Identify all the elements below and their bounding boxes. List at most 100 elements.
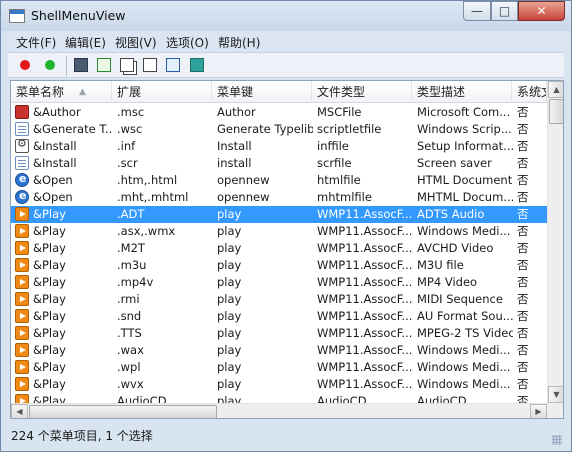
column-header-file-type[interactable]: 文件类型 xyxy=(312,81,412,103)
type-description-cell: AVCHD Video xyxy=(417,241,494,255)
type-description-cell: ADTS Audio xyxy=(417,207,485,221)
system-cell: 否 xyxy=(517,224,529,238)
menu-view[interactable]: 视图(V) xyxy=(115,34,157,51)
type-description-cell: MPEG-2 TS Video xyxy=(417,326,513,340)
type-description-cell: Windows Medi... xyxy=(417,343,511,357)
status-bar: 224 个菜单项目, 1 个选择 xyxy=(8,421,564,447)
status-text: 224 个菜单项目, 1 个选择 xyxy=(11,429,153,443)
green-circle-icon xyxy=(45,60,55,70)
table-row[interactable]: &Play .wpl play WMP11.AssocF... Windows Medi… xyxy=(11,359,547,376)
table-row[interactable]: &Generate T... .wsc Generate Typelib script… xyxy=(11,121,547,138)
type-description-cell: Windows Medi... xyxy=(417,224,511,238)
system-cell: 否 xyxy=(517,173,529,187)
menu-name-cell: &Author xyxy=(33,105,81,119)
menu-name-cell: &Install xyxy=(33,139,77,153)
vertical-scroll-thumb[interactable] xyxy=(549,99,563,124)
table-row[interactable]: &Play .wax play WMP11.AssocF... Windows Medi… xyxy=(11,342,547,359)
scroll-up-icon[interactable]: ▲ xyxy=(548,81,563,98)
exit-icon xyxy=(190,58,204,72)
resize-grip-icon[interactable] xyxy=(552,435,562,445)
media-play-icon xyxy=(15,360,29,374)
file-type-cell: WMP11.AssocF... xyxy=(317,224,413,238)
vertical-scrollbar[interactable]: ▲ ▼ xyxy=(547,81,563,403)
table-row[interactable]: &Play .ADT play WMP11.AssocF... ADTS Audio 否 xyxy=(11,206,547,223)
table-row[interactable]: &Play .mp4v play WMP11.AssocF... MP4 Video 否 xyxy=(11,274,547,291)
menu-help[interactable]: 帮助(H) xyxy=(218,34,260,51)
properties-button[interactable] xyxy=(141,56,159,74)
minimize-button[interactable]: — xyxy=(463,1,491,21)
menu-file[interactable]: 文件(F) xyxy=(16,34,56,51)
save-button[interactable] xyxy=(72,56,90,74)
system-cell: 否 xyxy=(517,275,529,289)
red-circle-icon xyxy=(20,60,30,70)
media-play-icon xyxy=(15,292,29,306)
scroll-left-icon[interactable]: ◀ xyxy=(11,404,28,418)
extension-cell: .wvx xyxy=(117,377,144,391)
system-cell: 否 xyxy=(517,105,529,119)
refresh-button[interactable] xyxy=(95,56,113,74)
table-row[interactable]: &Open .htm,.html opennew htmlfile HTML Docum… xyxy=(11,172,547,189)
menu-edit[interactable]: 编辑(E) xyxy=(65,34,106,51)
title-bar[interactable]: ShellMenuView — □ ✕ xyxy=(1,1,571,31)
table-row[interactable]: &Install .inf Install inffile Setup Informat… xyxy=(11,137,547,155)
table-row[interactable]: &Play .wvx play WMP11.AssocF... Windows Medi… xyxy=(11,376,547,393)
extension-cell: .asx,.wmx xyxy=(117,224,176,238)
table-row[interactable]: &Play .m3u play WMP11.AssocF... M3U file 否 xyxy=(11,257,547,274)
system-cell: 否 xyxy=(517,343,529,357)
extension-cell: .scr xyxy=(117,156,138,170)
media-play-icon xyxy=(15,326,29,340)
table-row[interactable]: &Install .scr install scrfile Screen saver 否 xyxy=(11,155,547,172)
column-header-system[interactable]: 系统文 xyxy=(512,81,547,103)
find-icon xyxy=(166,58,180,72)
table-row[interactable]: &Play .rmi play WMP11.AssocF... MIDI Sequenc… xyxy=(11,291,547,308)
extension-cell: .wsc xyxy=(117,122,143,136)
file-type-cell: htmlfile xyxy=(317,173,361,187)
properties-icon xyxy=(143,58,157,72)
table-row[interactable]: &Open .mht,.mhtml opennew mhtmlfile MHTML Do… xyxy=(11,189,547,206)
system-cell: 否 xyxy=(517,139,529,153)
close-button[interactable]: ✕ xyxy=(518,1,565,21)
find-button[interactable] xyxy=(164,56,182,74)
extension-cell: .mp4v xyxy=(117,275,154,289)
horizontal-scroll-thumb[interactable] xyxy=(29,405,217,418)
system-cell: 否 xyxy=(517,309,529,323)
table-row[interactable]: &Author .msc Author MSCFile Microsoft Com...… xyxy=(11,104,547,121)
table-row[interactable]: &Play .M2T play WMP11.AssocF... AVCHD Video 否 xyxy=(11,240,547,257)
exit-button[interactable] xyxy=(188,56,206,74)
column-header-menu-key[interactable]: 菜单键 xyxy=(212,81,312,103)
window-title: ShellMenuView xyxy=(31,8,126,23)
copy-button[interactable] xyxy=(118,56,136,74)
column-header-menu-name[interactable]: 菜单名称 ▲ xyxy=(11,81,112,103)
column-header-type-description[interactable]: 类型描述 xyxy=(412,81,512,103)
menu-options[interactable]: 选项(O) xyxy=(166,34,209,51)
refresh-icon xyxy=(97,58,111,72)
internet-explorer-icon xyxy=(15,189,29,204)
extension-cell: .m3u xyxy=(117,258,147,272)
extension-cell: .snd xyxy=(117,309,142,323)
maximize-button[interactable]: □ xyxy=(491,1,518,21)
menu-key-cell: play xyxy=(217,326,242,340)
menu-name-cell: &Play xyxy=(33,292,66,306)
type-description-cell: Microsoft Com... xyxy=(417,105,511,119)
save-icon xyxy=(74,58,88,72)
horizontal-scrollbar[interactable]: ◀ ▶ xyxy=(11,403,547,418)
scroll-down-icon[interactable]: ▼ xyxy=(548,386,563,403)
menu-name-cell: &Play xyxy=(33,326,66,340)
table-row[interactable]: &Play .snd play WMP11.AssocF... AU Format So… xyxy=(11,308,547,325)
menu-name-cell: &Play xyxy=(33,241,66,255)
table-row[interactable]: &Play .asx,.wmx play WMP11.AssocF... Windows… xyxy=(11,223,547,240)
file-type-cell: WMP11.AssocF... xyxy=(317,207,413,221)
menu-key-cell: play xyxy=(217,309,242,323)
column-header-extension[interactable]: 扩展 xyxy=(112,81,212,103)
type-description-cell: MIDI Sequence xyxy=(417,292,503,306)
disable-items-button[interactable] xyxy=(16,56,34,74)
sort-arrow-icon: ▲ xyxy=(79,87,86,97)
scroll-right-icon[interactable]: ▶ xyxy=(530,404,547,418)
enable-items-button[interactable] xyxy=(41,56,59,74)
menu-key-cell: opennew xyxy=(217,173,270,187)
media-play-icon xyxy=(15,224,29,238)
menu-items-list[interactable]: 菜单名称 ▲ 扩展 菜单键 文件类型 类型描述 系统文 &Author .msc A… xyxy=(10,80,564,419)
file-type-cell: scrfile xyxy=(317,156,352,170)
menu-key-cell: play xyxy=(217,241,242,255)
table-row[interactable]: &Play .TTS play WMP11.AssocF... MPEG-2 TS Vi… xyxy=(11,325,547,342)
